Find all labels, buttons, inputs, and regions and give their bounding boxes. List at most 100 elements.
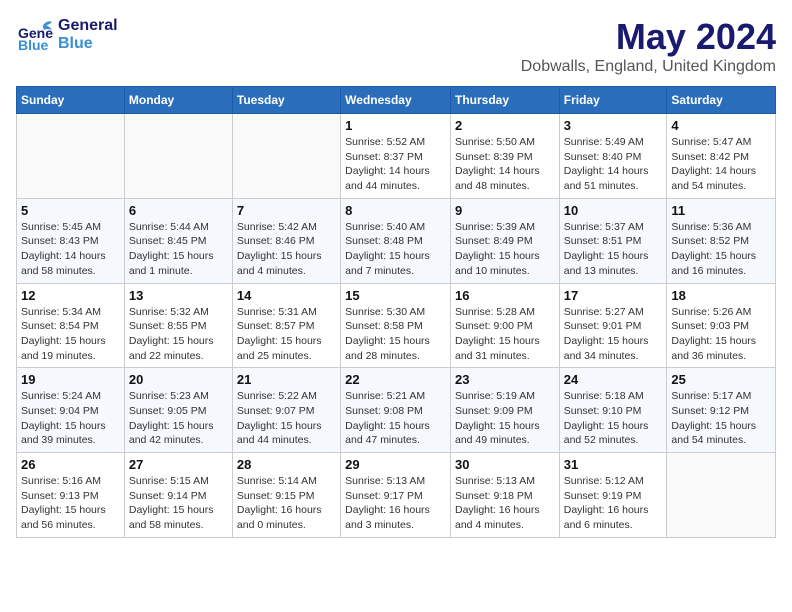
- day-info: Sunrise: 5:37 AM Sunset: 8:51 PM Dayligh…: [564, 220, 663, 279]
- day-number: 31: [564, 457, 663, 472]
- day-number: 6: [129, 203, 228, 218]
- calendar-cell: 31 Sunrise: 5:12 AM Sunset: 9:19 PM Dayli…: [559, 453, 667, 538]
- day-info: Sunrise: 5:18 AM Sunset: 9:10 PM Dayligh…: [564, 389, 663, 448]
- calendar-cell: 27Sunrise: 5:15 AM Sunset: 9:14 PM Dayli…: [124, 453, 232, 538]
- day-number: 1: [345, 118, 446, 133]
- day-number: 26: [21, 457, 120, 472]
- page-header: General Blue General Blue May 2024 Dobwa…: [16, 16, 776, 76]
- calendar-cell: 11Sunrise: 5:36 AM Sunset: 8:52 PM Dayli…: [667, 198, 776, 283]
- calendar-week-row: 19 Sunrise: 5:24 AM Sunset: 9:04 PM Dayli…: [17, 368, 776, 453]
- day-info: Sunrise: 5:30 AM Sunset: 8:58 PM Dayligh…: [345, 305, 446, 364]
- calendar-cell: 29 Sunrise: 5:13 AM Sunset: 9:17 PM Dayli…: [341, 453, 451, 538]
- calendar-cell: 1 Sunrise: 5:52 AM Sunset: 8:37 PM Daylig…: [341, 114, 451, 199]
- calendar-cell: 9Sunrise: 5:39 AM Sunset: 8:49 PM Daylig…: [450, 198, 559, 283]
- calendar-cell: 8 Sunrise: 5:40 AM Sunset: 8:48 PM Daylig…: [341, 198, 451, 283]
- calendar-cell: 12 Sunrise: 5:34 AM Sunset: 8:54 PM Dayli…: [17, 283, 125, 368]
- weekday-header-wednesday: Wednesday: [341, 87, 451, 114]
- calendar-cell: [17, 114, 125, 199]
- day-info: Sunrise: 5:17 AM Sunset: 9:12 PM Dayligh…: [671, 389, 771, 448]
- calendar-week-row: 26 Sunrise: 5:16 AM Sunset: 9:13 PM Dayli…: [17, 453, 776, 538]
- calendar-cell: 6Sunrise: 5:44 AM Sunset: 8:45 PM Daylig…: [124, 198, 232, 283]
- calendar-cell: 22 Sunrise: 5:21 AM Sunset: 9:08 PM Dayli…: [341, 368, 451, 453]
- day-number: 12: [21, 288, 120, 303]
- day-info: Sunrise: 5:22 AM Sunset: 9:07 PM Dayligh…: [237, 389, 336, 448]
- logo-blue: Blue: [58, 35, 118, 53]
- weekday-header-friday: Friday: [559, 87, 667, 114]
- logo: General Blue General Blue: [16, 16, 118, 54]
- calendar-cell: 20 Sunrise: 5:23 AM Sunset: 9:05 PM Dayli…: [124, 368, 232, 453]
- day-number: 27: [129, 457, 228, 472]
- calendar-cell: [232, 114, 340, 199]
- day-info: Sunrise: 5:12 AM Sunset: 9:19 PM Dayligh…: [564, 474, 663, 533]
- day-number: 4: [671, 118, 771, 133]
- day-number: 5: [21, 203, 120, 218]
- weekday-header-row: SundayMondayTuesdayWednesdayThursdayFrid…: [17, 87, 776, 114]
- day-info: Sunrise: 5:34 AM Sunset: 8:54 PM Dayligh…: [21, 305, 120, 364]
- calendar-week-row: 1 Sunrise: 5:52 AM Sunset: 8:37 PM Daylig…: [17, 114, 776, 199]
- calendar-body: 1 Sunrise: 5:52 AM Sunset: 8:37 PM Daylig…: [17, 114, 776, 538]
- calendar-cell: [124, 114, 232, 199]
- day-number: 7: [237, 203, 336, 218]
- weekday-header-saturday: Saturday: [667, 87, 776, 114]
- calendar-cell: 25 Sunrise: 5:17 AM Sunset: 9:12 PM Dayli…: [667, 368, 776, 453]
- calendar-cell: 19 Sunrise: 5:24 AM Sunset: 9:04 PM Dayli…: [17, 368, 125, 453]
- calendar-table: SundayMondayTuesdayWednesdayThursdayFrid…: [16, 86, 776, 538]
- day-info: Sunrise: 5:13 AM Sunset: 9:18 PM Dayligh…: [455, 474, 555, 533]
- day-number: 21: [237, 372, 336, 387]
- day-info: Sunrise: 5:40 AM Sunset: 8:48 PM Dayligh…: [345, 220, 446, 279]
- day-info: Sunrise: 5:19 AM Sunset: 9:09 PM Dayligh…: [455, 389, 555, 448]
- calendar-cell: 30Sunrise: 5:13 AM Sunset: 9:18 PM Dayli…: [450, 453, 559, 538]
- calendar-cell: 18 Sunrise: 5:26 AM Sunset: 9:03 PM Dayli…: [667, 283, 776, 368]
- weekday-header-tuesday: Tuesday: [232, 87, 340, 114]
- day-info: Sunrise: 5:21 AM Sunset: 9:08 PM Dayligh…: [345, 389, 446, 448]
- calendar-header: SundayMondayTuesdayWednesdayThursdayFrid…: [17, 87, 776, 114]
- day-number: 23: [455, 372, 555, 387]
- calendar-cell: [667, 453, 776, 538]
- calendar-cell: 15Sunrise: 5:30 AM Sunset: 8:58 PM Dayli…: [341, 283, 451, 368]
- day-info: Sunrise: 5:23 AM Sunset: 9:05 PM Dayligh…: [129, 389, 228, 448]
- calendar-cell: 2Sunrise: 5:50 AM Sunset: 8:39 PM Daylig…: [450, 114, 559, 199]
- title-section: May 2024 Dobwalls, England, United Kingd…: [521, 16, 776, 76]
- day-number: 13: [129, 288, 228, 303]
- day-number: 25: [671, 372, 771, 387]
- day-number: 18: [671, 288, 771, 303]
- weekday-header-monday: Monday: [124, 87, 232, 114]
- day-number: 29: [345, 457, 446, 472]
- day-info: Sunrise: 5:27 AM Sunset: 9:01 PM Dayligh…: [564, 305, 663, 364]
- day-info: Sunrise: 5:28 AM Sunset: 9:00 PM Dayligh…: [455, 305, 555, 364]
- day-number: 10: [564, 203, 663, 218]
- day-info: Sunrise: 5:31 AM Sunset: 8:57 PM Dayligh…: [237, 305, 336, 364]
- day-info: Sunrise: 5:49 AM Sunset: 8:40 PM Dayligh…: [564, 135, 663, 194]
- calendar-cell: 21 Sunrise: 5:22 AM Sunset: 9:07 PM Dayli…: [232, 368, 340, 453]
- calendar-cell: 28Sunrise: 5:14 AM Sunset: 9:15 PM Dayli…: [232, 453, 340, 538]
- day-number: 20: [129, 372, 228, 387]
- day-info: Sunrise: 5:47 AM Sunset: 8:42 PM Dayligh…: [671, 135, 771, 194]
- day-number: 19: [21, 372, 120, 387]
- logo-text: General Blue: [58, 17, 118, 52]
- calendar-cell: 24Sunrise: 5:18 AM Sunset: 9:10 PM Dayli…: [559, 368, 667, 453]
- day-number: 22: [345, 372, 446, 387]
- calendar-week-row: 5 Sunrise: 5:45 AM Sunset: 8:43 PM Daylig…: [17, 198, 776, 283]
- day-info: Sunrise: 5:52 AM Sunset: 8:37 PM Dayligh…: [345, 135, 446, 194]
- day-number: 16: [455, 288, 555, 303]
- day-info: Sunrise: 5:45 AM Sunset: 8:43 PM Dayligh…: [21, 220, 120, 279]
- calendar-cell: 17Sunrise: 5:27 AM Sunset: 9:01 PM Dayli…: [559, 283, 667, 368]
- day-number: 28: [237, 457, 336, 472]
- day-info: Sunrise: 5:13 AM Sunset: 9:17 PM Dayligh…: [345, 474, 446, 533]
- calendar-cell: 14Sunrise: 5:31 AM Sunset: 8:57 PM Dayli…: [232, 283, 340, 368]
- day-info: Sunrise: 5:16 AM Sunset: 9:13 PM Dayligh…: [21, 474, 120, 533]
- day-number: 8: [345, 203, 446, 218]
- weekday-header-sunday: Sunday: [17, 87, 125, 114]
- day-info: Sunrise: 5:50 AM Sunset: 8:39 PM Dayligh…: [455, 135, 555, 194]
- calendar-week-row: 12 Sunrise: 5:34 AM Sunset: 8:54 PM Dayli…: [17, 283, 776, 368]
- calendar-cell: 23 Sunrise: 5:19 AM Sunset: 9:09 PM Dayli…: [450, 368, 559, 453]
- calendar-cell: 4 Sunrise: 5:47 AM Sunset: 8:42 PM Daylig…: [667, 114, 776, 199]
- day-number: 11: [671, 203, 771, 218]
- day-info: Sunrise: 5:39 AM Sunset: 8:49 PM Dayligh…: [455, 220, 555, 279]
- day-info: Sunrise: 5:24 AM Sunset: 9:04 PM Dayligh…: [21, 389, 120, 448]
- calendar-cell: 10 Sunrise: 5:37 AM Sunset: 8:51 PM Dayli…: [559, 198, 667, 283]
- day-number: 3: [564, 118, 663, 133]
- calendar-cell: 5 Sunrise: 5:45 AM Sunset: 8:43 PM Daylig…: [17, 198, 125, 283]
- day-info: Sunrise: 5:42 AM Sunset: 8:46 PM Dayligh…: [237, 220, 336, 279]
- day-info: Sunrise: 5:26 AM Sunset: 9:03 PM Dayligh…: [671, 305, 771, 364]
